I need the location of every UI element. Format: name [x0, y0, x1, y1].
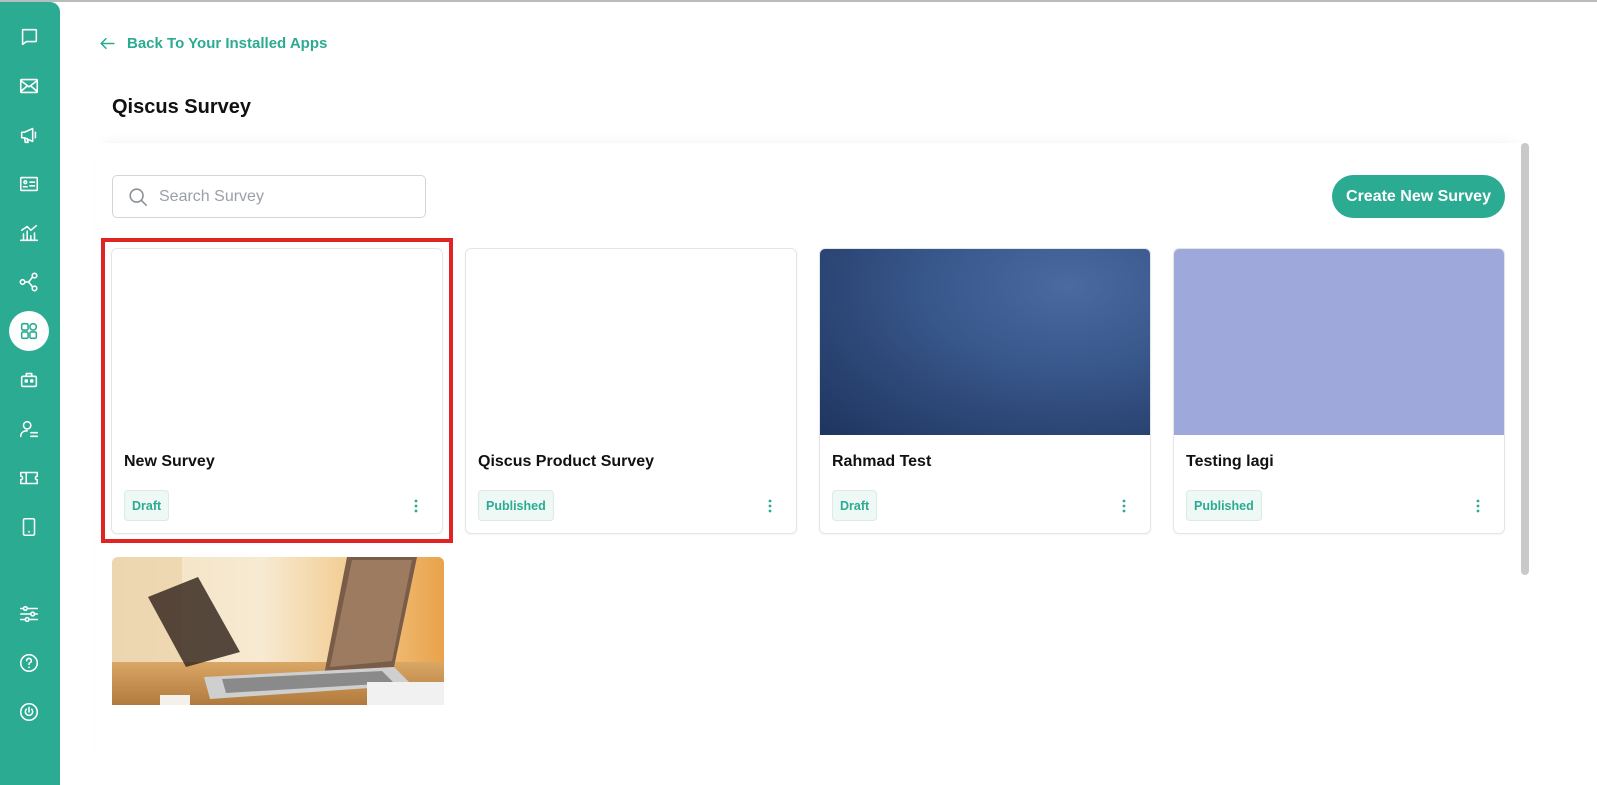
sidebar-item-settings[interactable] — [9, 594, 49, 634]
sidebar-item-chat[interactable] — [9, 17, 49, 57]
chat-icon — [21, 28, 38, 46]
search-icon — [129, 187, 148, 206]
more-options-button[interactable] — [408, 496, 424, 516]
sidebar-item-contacts[interactable] — [9, 164, 49, 204]
page-title: Qiscus Survey — [112, 96, 251, 118]
apps-icon — [20, 322, 38, 340]
megaphone-icon — [20, 127, 37, 144]
search-input[interactable] — [159, 187, 409, 206]
agent-icon — [19, 420, 39, 438]
arrow-left-icon — [100, 37, 115, 50]
back-to-installed-apps-link[interactable]: Back To Your Installed Apps — [98, 34, 327, 53]
settings-sliders-icon — [19, 605, 39, 623]
sidebar-item-broadcast[interactable] — [9, 115, 49, 155]
survey-title: Qiscus Product Survey — [478, 453, 655, 470]
window-top-border — [0, 0, 1597, 2]
survey-thumbnail — [820, 249, 1150, 435]
more-options-button[interactable] — [1470, 496, 1486, 516]
survey-card[interactable]: Qiscus Product Survey Published — [465, 248, 797, 534]
scrollbar[interactable] — [1521, 143, 1529, 575]
survey-title: New Survey — [124, 453, 215, 470]
status-badge: Published — [478, 490, 554, 521]
sidebar-item-integrations[interactable] — [9, 262, 49, 302]
power-icon — [19, 702, 39, 722]
contact-card-icon — [19, 176, 39, 192]
survey-thumbnail — [112, 557, 444, 705]
more-options-button[interactable] — [1116, 496, 1132, 516]
ticket-icon — [19, 471, 39, 485]
integration-icon — [19, 272, 38, 292]
sidebar-item-analytics[interactable] — [9, 213, 49, 253]
kebab-menu-icon — [414, 499, 418, 513]
survey-thumbnail — [1174, 249, 1504, 435]
back-link-label: Back To Your Installed Apps — [127, 35, 328, 52]
analytics-icon — [19, 224, 39, 242]
survey-card[interactable] — [112, 557, 444, 705]
more-options-button[interactable] — [762, 496, 778, 516]
sidebar-item-mobile[interactable] — [9, 507, 49, 547]
sidebar-item-help[interactable] — [9, 643, 49, 683]
status-badge: Draft — [832, 490, 878, 521]
kebab-menu-icon — [768, 499, 772, 513]
sidebar-item-apps[interactable] — [9, 311, 49, 351]
sidebar-item-tickets[interactable] — [9, 458, 49, 498]
status-badge: Draft — [124, 490, 170, 521]
sidebar-item-mail[interactable] — [9, 66, 49, 106]
survey-card[interactable]: Rahmad Test Draft — [819, 248, 1151, 534]
survey-card[interactable]: Testing lagi Published — [1173, 248, 1505, 534]
create-new-survey-button[interactable]: Create New Survey — [1332, 175, 1505, 218]
sidebar — [0, 2, 60, 785]
search-box — [112, 175, 426, 218]
kebab-menu-icon — [1122, 499, 1126, 513]
sidebar-item-logout[interactable] — [9, 692, 49, 732]
survey-title: Rahmad Test — [832, 453, 932, 470]
survey-title: Testing lagi — [1186, 453, 1274, 470]
survey-card[interactable]: New Survey Draft — [111, 248, 443, 534]
help-icon — [19, 653, 39, 673]
mail-icon — [19, 78, 39, 94]
kebab-menu-icon — [1476, 499, 1480, 513]
mobile-icon — [22, 517, 36, 537]
sidebar-item-bot[interactable] — [9, 360, 49, 400]
status-badge: Published — [1186, 490, 1262, 521]
bot-icon — [20, 372, 38, 388]
sidebar-item-agents[interactable] — [9, 409, 49, 449]
